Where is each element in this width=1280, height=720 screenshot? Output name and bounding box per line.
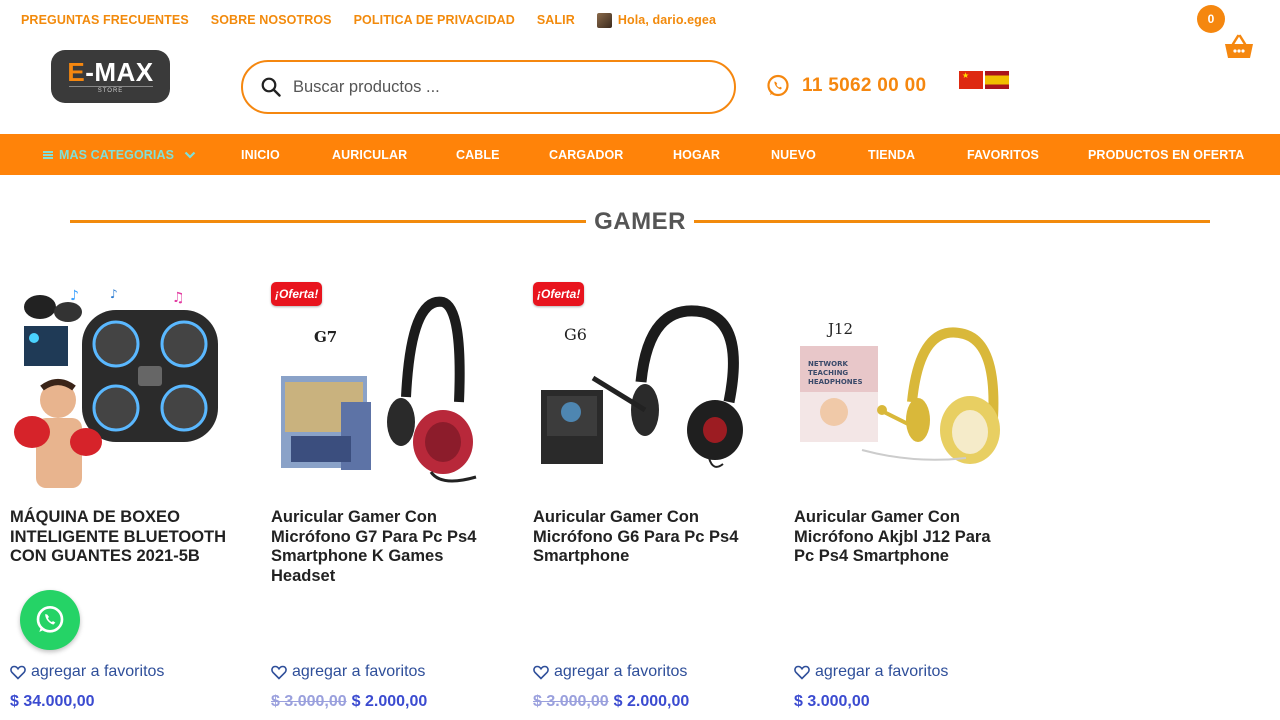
whatsapp-float-button[interactable]: [20, 590, 80, 650]
heart-icon: [271, 665, 287, 680]
nav-item-cargador[interactable]: CARGADOR: [549, 134, 623, 175]
nav-item-favoritos[interactable]: FAVORITOS: [967, 134, 1039, 175]
product-price: $ 34.000,00: [10, 693, 95, 711]
language-switcher: [959, 71, 1009, 89]
product-image[interactable]: G7: [271, 282, 501, 494]
product-price: $ 3.000,00 $ 2.000,00: [533, 693, 689, 711]
store-logo[interactable]: E-MAX STORE: [51, 50, 170, 103]
china-flag-icon[interactable]: [959, 71, 983, 89]
nav-item-inicio[interactable]: INICIO: [241, 134, 280, 175]
nav-item-tienda[interactable]: TIENDA: [868, 134, 915, 175]
product-card: J12 NETWORK TEACHING HEADPHONES Auricula…: [794, 282, 1034, 720]
add-to-favorites-label: agregar a favoritos: [815, 663, 949, 680]
nav-item-cable[interactable]: CABLE: [456, 134, 500, 175]
topbar: PREGUNTAS FRECUENTES SOBRE NOSOTROS POLI…: [0, 0, 1280, 40]
section-divider-left: [70, 220, 586, 223]
add-to-favorites-button[interactable]: agregar a favoritos: [271, 663, 425, 681]
current-price: $ 34.000,00: [10, 693, 95, 710]
product-title[interactable]: Auricular Gamer Con Micrófono G7 Para Pc…: [271, 508, 491, 586]
chevron-down-icon: [184, 151, 196, 159]
menu-icon: [43, 150, 53, 159]
svg-text:TEACHING: TEACHING: [808, 369, 848, 377]
cart-count-badge: 0: [1197, 5, 1225, 33]
nav-item-productos-oferta[interactable]: PRODUCTOS EN OFERTA: [1088, 134, 1244, 175]
phone-number: 11 5062 00 00: [802, 75, 927, 96]
whatsapp-icon: [36, 606, 64, 633]
sale-badge: ¡Oferta!: [271, 282, 323, 306]
product-image[interactable]: J12 NETWORK TEACHING HEADPHONES: [794, 282, 1024, 494]
add-to-favorites-label: agregar a favoritos: [292, 663, 426, 680]
nav-item-hogar[interactable]: HOGAR: [673, 134, 720, 175]
logo-text: E-MAX: [67, 57, 154, 87]
svg-text:G7: G7: [314, 328, 337, 346]
link-sobre-nosotros[interactable]: SOBRE NOSOTROS: [211, 13, 332, 27]
add-to-favorites-button[interactable]: agregar a favoritos: [533, 663, 687, 681]
product-price: $ 3.000,00 $ 2.000,00: [271, 693, 427, 711]
search-icon[interactable]: [261, 77, 281, 97]
svg-text:NETWORK: NETWORK: [808, 360, 848, 368]
nav-item-nuevo[interactable]: NUEVO: [771, 134, 816, 175]
avatar: [596, 12, 612, 28]
heart-icon: [794, 665, 810, 680]
whatsapp-icon: [767, 74, 789, 97]
whatsapp-phone[interactable]: 11 5062 00 00: [766, 74, 926, 98]
sale-badge: ¡Oferta!: [533, 282, 585, 306]
svg-text:♪: ♪: [70, 288, 79, 304]
main-nav: MAS CATEGORIAS INICIO AURICULAR CABLE CA…: [0, 134, 1280, 175]
heart-icon: [533, 665, 549, 680]
add-to-favorites-label: agregar a favoritos: [554, 663, 688, 680]
user-greeting-link[interactable]: Hola, dario.egea: [596, 12, 717, 28]
svg-text:♫: ♫: [172, 290, 185, 306]
product-title[interactable]: MÁQUINA DE BOXEO INTELIGENTE BLUETOOTH C…: [10, 508, 230, 567]
link-preguntas-frecuentes[interactable]: PREGUNTAS FRECUENTES: [21, 13, 189, 27]
svg-text:HEADPHONES: HEADPHONES: [808, 378, 863, 386]
logo-subtitle: STORE: [68, 86, 153, 94]
current-price: $ 3.000,00: [794, 693, 870, 710]
current-price: $ 2.000,00: [351, 693, 428, 710]
product-card: ♪ ♫ ♪ MÁQUINA DE BOXEO INTELIGENTE BLUET…: [10, 282, 250, 720]
product-card: G6 ¡Oferta! Auricular Gamer Con Micrófon…: [533, 282, 773, 720]
product-image[interactable]: G6: [533, 282, 763, 494]
basket-icon: [1225, 34, 1253, 58]
svg-text:G6: G6: [564, 325, 587, 344]
svg-text:♪: ♪: [110, 287, 118, 301]
link-salir[interactable]: SALIR: [537, 13, 575, 27]
svg-text:J12: J12: [826, 320, 853, 338]
search-bar: [241, 60, 736, 114]
nav-categories-dropdown[interactable]: MAS CATEGORIAS: [43, 134, 196, 175]
product-image[interactable]: ♪ ♫ ♪: [10, 282, 240, 494]
old-price: $ 3.000,00: [271, 693, 347, 710]
product-price: $ 3.000,00: [794, 693, 870, 711]
current-price: $ 2.000,00: [613, 693, 690, 710]
user-greeting-text: Hola, dario.egea: [617, 13, 717, 27]
spain-flag-icon[interactable]: [985, 71, 1009, 89]
product-title[interactable]: Auricular Gamer Con Micrófono Akjbl J12 …: [794, 508, 1014, 567]
search-input[interactable]: [293, 77, 693, 97]
cart-button[interactable]: 0: [1196, 4, 1260, 64]
product-card: G7 ¡Oferta! Auricular Gamer Con Micrófon…: [271, 282, 511, 720]
old-price: $ 3.000,00: [533, 693, 609, 710]
nav-categories-label: MAS CATEGORIAS: [59, 147, 175, 162]
add-to-favorites-button[interactable]: agregar a favoritos: [794, 663, 948, 681]
add-to-favorites-label: agregar a favoritos: [31, 663, 165, 680]
add-to-favorites-button[interactable]: agregar a favoritos: [10, 663, 164, 681]
nav-item-auricular[interactable]: AURICULAR: [332, 134, 407, 175]
product-title[interactable]: Auricular Gamer Con Micrófono G6 Para Pc…: [533, 508, 753, 567]
heart-icon: [10, 665, 26, 680]
section-divider-right: [694, 220, 1210, 223]
link-politica-privacidad[interactable]: POLITICA DE PRIVACIDAD: [354, 13, 515, 27]
